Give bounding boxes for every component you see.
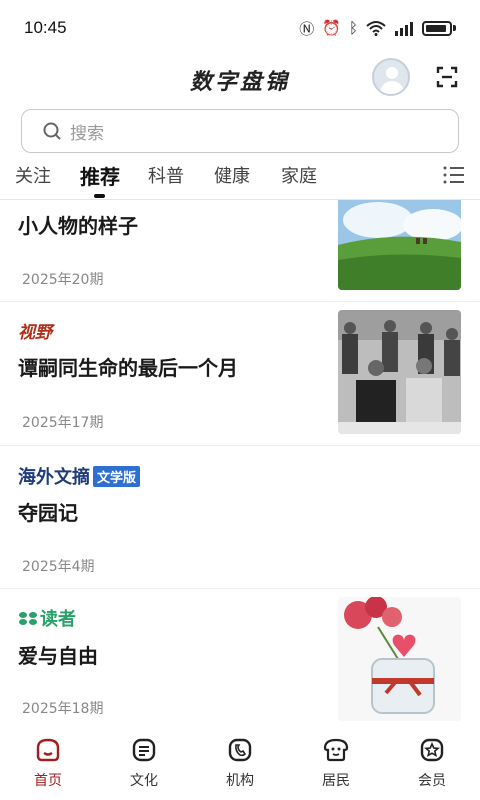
search-icon (43, 122, 61, 140)
list-item[interactable]: 视野 谭嗣同生命的最后一个月 2025年17期 (0, 302, 480, 446)
status-icons: Ⓝ ⏰ ᛒ (299, 18, 456, 39)
list-item[interactable]: 海外文摘 文学版 夺园记 2025年4期 (0, 446, 480, 589)
alarm-icon: ⏰ (322, 19, 341, 37)
nav-home[interactable]: 首页 (18, 736, 78, 790)
home-icon (36, 738, 60, 762)
article-title: 夺园记 (18, 501, 78, 525)
tab-health[interactable]: 健康 (214, 162, 250, 188)
document-icon (132, 738, 156, 762)
tab-recommend[interactable]: 推荐 (80, 161, 120, 190)
tab-indicator (94, 194, 105, 198)
wifi-icon (366, 21, 386, 36)
search-input[interactable]: 搜索 (21, 109, 459, 153)
tab-science[interactable]: 科普 (148, 162, 184, 188)
article-thumbnail (338, 200, 461, 290)
nav-label: 机构 (226, 773, 254, 789)
nav-label: 文化 (130, 773, 158, 789)
article-feed: 小人物的样子 2025年20期 视野 谭嗣同生命的最后一个月 2025年17期 (0, 200, 480, 730)
phone-icon (228, 738, 252, 762)
nav-label: 居民 (322, 773, 350, 789)
title-bar: 数字盘锦 (0, 56, 480, 100)
scan-icon[interactable] (436, 66, 458, 88)
star-icon (420, 738, 444, 762)
search-placeholder: 搜索 (70, 123, 104, 144)
bluetooth-icon: ᛒ (348, 19, 358, 37)
article-source: 视野 (18, 323, 52, 343)
battery-icon (422, 20, 452, 36)
article-issue: 2025年18期 (22, 701, 104, 717)
nav-culture[interactable]: 文化 (114, 736, 174, 790)
reader-logo-icon (19, 612, 37, 625)
bottom-nav: 首页 文化 机构 居民 会员 (0, 730, 480, 800)
article-title: 小人物的样子 (18, 214, 138, 238)
avatar-head (386, 67, 398, 79)
list-item[interactable]: 小人物的样子 2025年20期 (0, 200, 480, 302)
nav-member[interactable]: 会员 (402, 736, 462, 790)
status-time: 10:45 (24, 18, 67, 37)
nav-label: 会员 (418, 773, 446, 789)
menu-icon[interactable] (442, 163, 466, 187)
tab-family[interactable]: 家庭 (281, 162, 317, 188)
nav-institution[interactable]: 机构 (210, 736, 270, 790)
nav-residents[interactable]: 居民 (306, 736, 366, 790)
nav-label: 首页 (34, 773, 62, 789)
article-thumbnail (338, 310, 461, 434)
tab-follow[interactable]: 关注 (15, 162, 51, 188)
article-issue: 2025年20期 (22, 272, 104, 288)
article-title: 爱与自由 (18, 644, 98, 668)
avatar-body (380, 81, 404, 94)
article-source: 海外文摘 文学版 (18, 463, 141, 489)
source-badge: 文学版 (93, 465, 141, 487)
residents-icon (323, 738, 349, 762)
source-name: 海外文摘 (18, 467, 90, 488)
article-issue: 2025年4期 (22, 559, 95, 575)
avatar[interactable] (372, 58, 410, 96)
source-name: 读者 (40, 609, 76, 630)
category-tabs: 关注 推荐 科普 健康 家庭 (0, 158, 480, 200)
signal-icon (395, 21, 413, 36)
battery-cap (453, 25, 456, 31)
nfc-icon: Ⓝ (299, 19, 315, 38)
status-bar: 10:45 Ⓝ ⏰ ᛒ (0, 0, 480, 56)
article-issue: 2025年17期 (22, 415, 104, 431)
article-thumbnail (338, 597, 461, 721)
article-source: 读者 (18, 605, 76, 631)
list-item[interactable]: 读者 爱与自由 2025年18期 (0, 589, 480, 730)
article-title: 谭嗣同生命的最后一个月 (18, 356, 238, 380)
